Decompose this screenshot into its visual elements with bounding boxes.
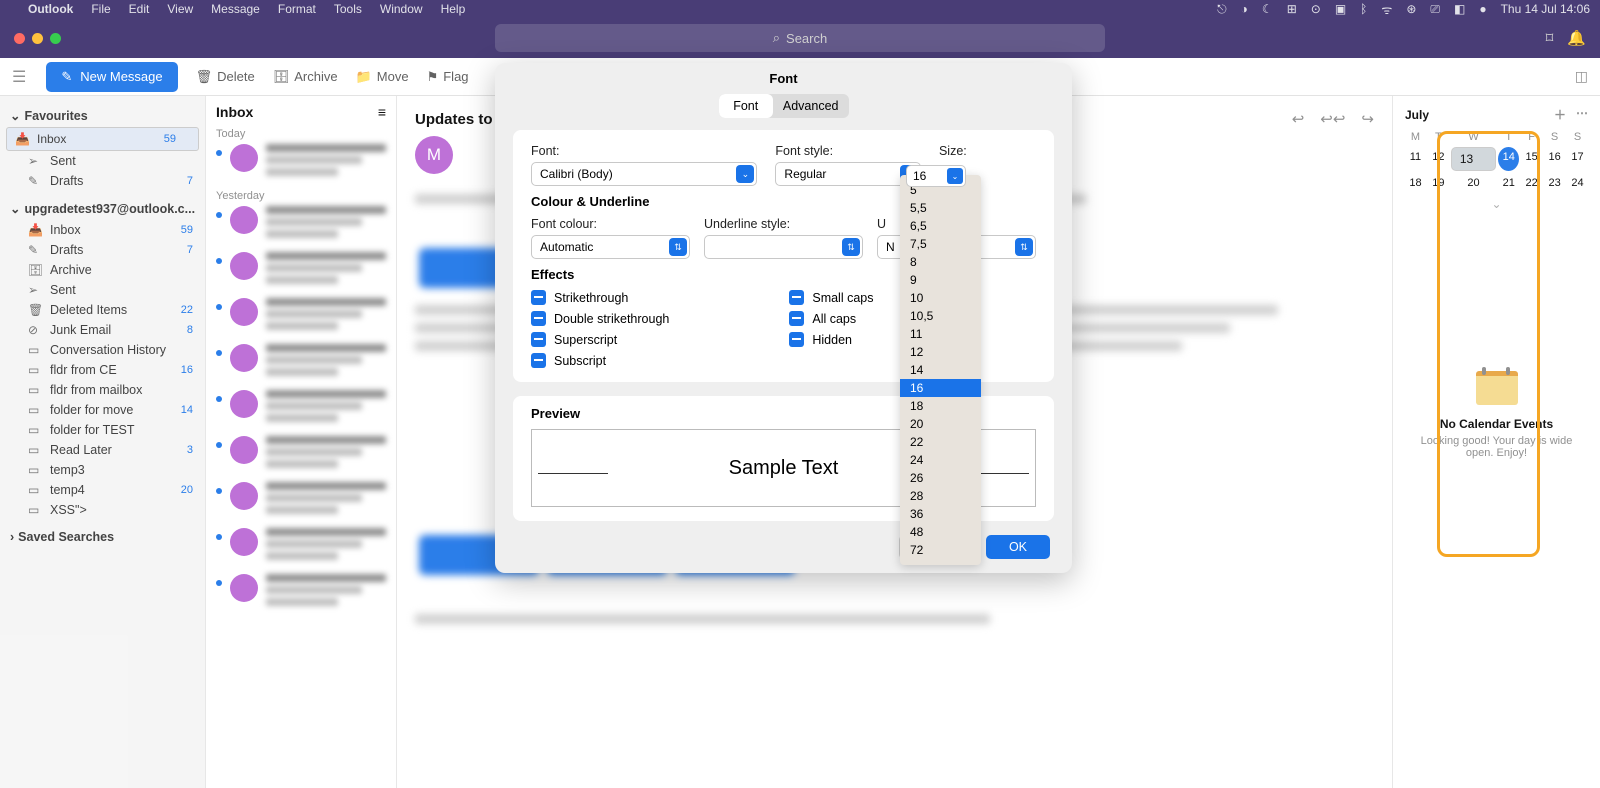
- chevron-down-icon: ⌄: [947, 168, 963, 184]
- size-option[interactable]: 7,5: [900, 235, 981, 253]
- checkbox-icon: [789, 311, 804, 326]
- checkbox-icon: [789, 290, 804, 305]
- size-option[interactable]: 18: [900, 397, 981, 415]
- effect-label: Subscript: [554, 354, 606, 368]
- dialog-title: Font: [495, 63, 1072, 94]
- effect-label: All caps: [812, 312, 856, 326]
- size-option[interactable]: 8: [900, 253, 981, 271]
- font-label: Font:: [531, 144, 757, 158]
- checkbox-icon: [531, 332, 546, 347]
- font-colour-select[interactable]: Automatic⇅: [531, 235, 690, 259]
- size-option[interactable]: 16: [900, 379, 981, 397]
- effect-checkbox[interactable]: Small caps: [789, 290, 873, 305]
- size-option[interactable]: 6,5: [900, 217, 981, 235]
- tab-advanced[interactable]: Advanced: [773, 94, 849, 118]
- size-option[interactable]: 28: [900, 487, 981, 505]
- effect-checkbox[interactable]: Superscript: [531, 332, 669, 347]
- effect-label: Hidden: [812, 333, 852, 347]
- checkbox-icon: [531, 311, 546, 326]
- tab-font[interactable]: Font: [719, 94, 773, 118]
- effect-checkbox[interactable]: Subscript: [531, 353, 669, 368]
- size-dropdown: 55,56,57,5891010,51112141618202224262836…: [900, 175, 981, 565]
- size-option[interactable]: 5,5: [900, 199, 981, 217]
- chevron-updown-icon: ⇅: [669, 238, 687, 256]
- size-value: 16: [913, 169, 926, 183]
- tab-segment: Font Advanced: [719, 94, 849, 118]
- underline-style-label: Underline style:: [704, 217, 863, 231]
- checkbox-icon: [789, 332, 804, 347]
- checkbox-icon: [531, 353, 546, 368]
- effect-checkbox[interactable]: All caps: [789, 311, 873, 326]
- ok-button[interactable]: OK: [986, 535, 1050, 559]
- effect-label: Strikethrough: [554, 291, 628, 305]
- underline-style-select[interactable]: ⇅: [704, 235, 863, 259]
- size-option[interactable]: 36: [900, 505, 981, 523]
- preview-text: Sample Text: [729, 457, 839, 480]
- font-colour-label: Font colour:: [531, 217, 690, 231]
- size-option[interactable]: 10: [900, 289, 981, 307]
- chevron-updown-icon: ⇅: [842, 238, 860, 256]
- effect-label: Double strikethrough: [554, 312, 669, 326]
- checkbox-icon: [531, 290, 546, 305]
- size-option[interactable]: 24: [900, 451, 981, 469]
- font-select[interactable]: Calibri (Body)⌄: [531, 162, 757, 186]
- effect-checkbox[interactable]: Strikethrough: [531, 290, 669, 305]
- chevron-down-icon: ⌄: [736, 165, 754, 183]
- size-option[interactable]: 9: [900, 271, 981, 289]
- size-option[interactable]: 22: [900, 433, 981, 451]
- effect-label: Small caps: [812, 291, 873, 305]
- effect-checkbox[interactable]: Hidden: [789, 332, 873, 347]
- size-option[interactable]: 10,5: [900, 307, 981, 325]
- size-option[interactable]: 11: [900, 325, 981, 343]
- size-input[interactable]: 16 ⌄: [906, 165, 966, 187]
- size-label: Size:: [939, 144, 1036, 158]
- size-option[interactable]: 72: [900, 541, 981, 559]
- font-dialog: Font Font Advanced Font: Calibri (Body)⌄…: [495, 63, 1072, 573]
- style-label: Font style:: [775, 144, 921, 158]
- size-option[interactable]: 14: [900, 361, 981, 379]
- effect-checkbox[interactable]: Double strikethrough: [531, 311, 669, 326]
- size-option[interactable]: 26: [900, 469, 981, 487]
- size-option[interactable]: 20: [900, 415, 981, 433]
- size-option[interactable]: 12: [900, 343, 981, 361]
- effect-label: Superscript: [554, 333, 617, 347]
- size-option[interactable]: 48: [900, 523, 981, 541]
- chevron-updown-icon: ⇅: [1015, 238, 1033, 256]
